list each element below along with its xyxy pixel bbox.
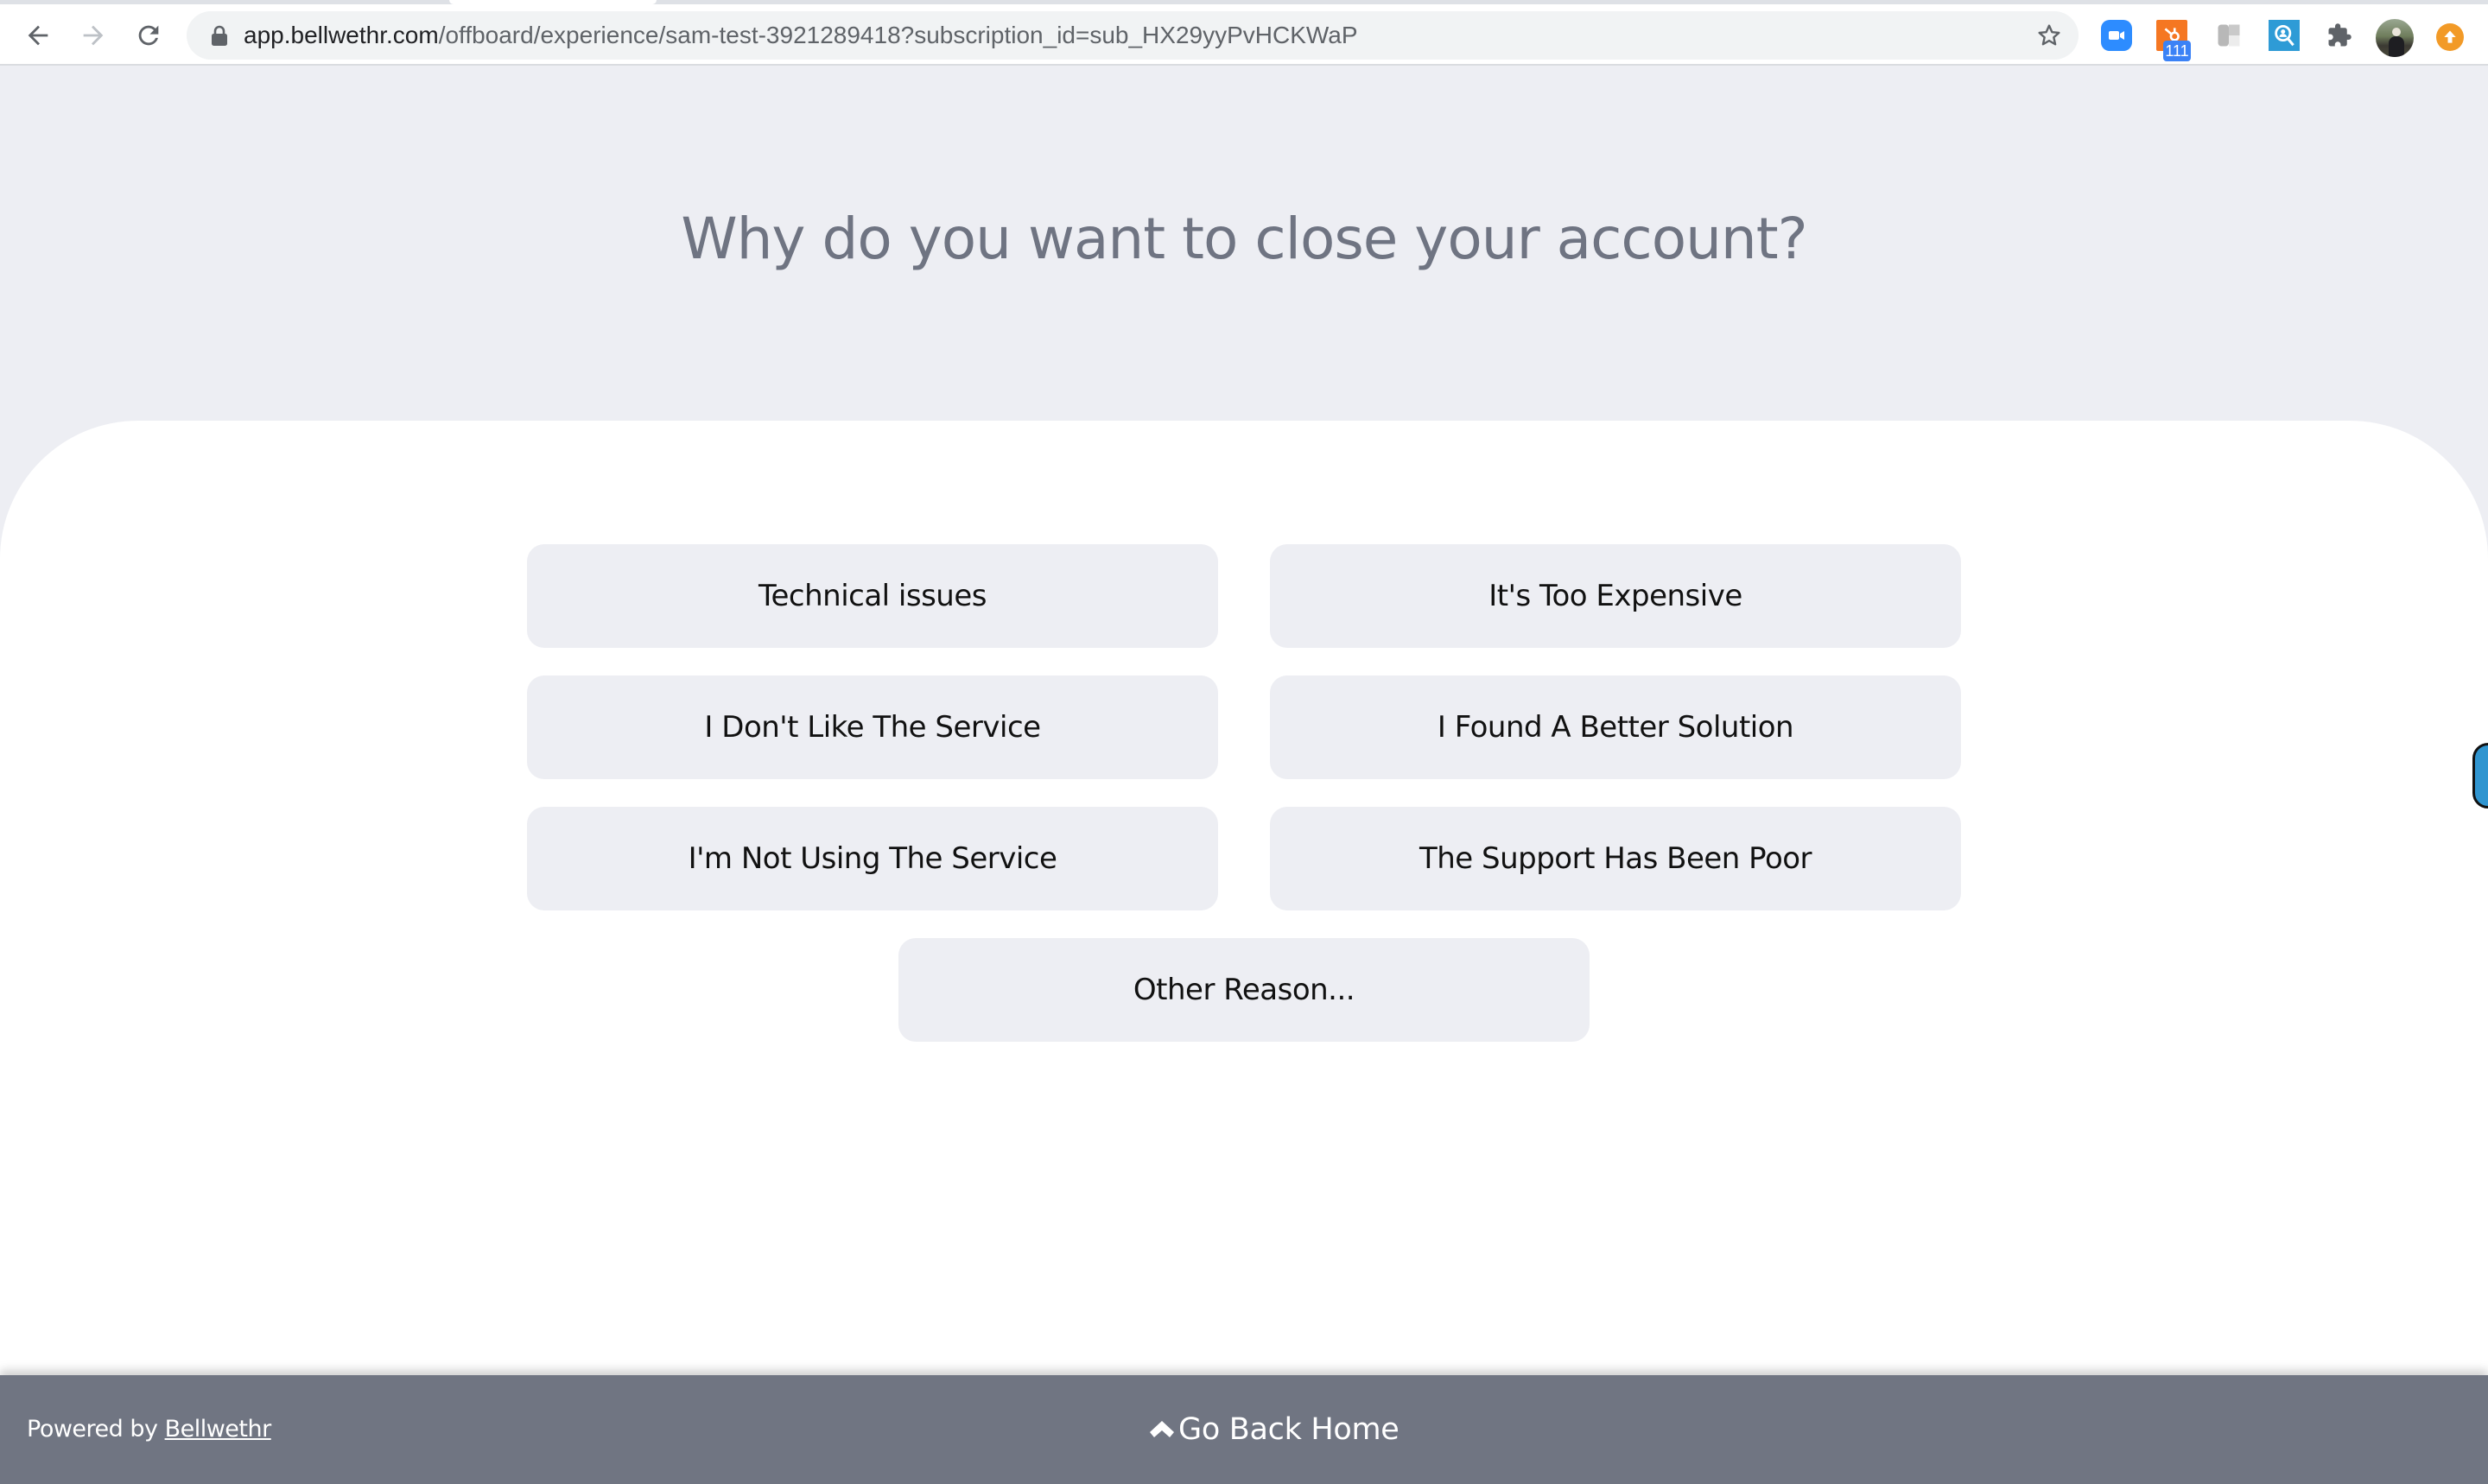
reason-button-other[interactable]: Other Reason... [898, 938, 1590, 1042]
reason-button-technical-issues[interactable]: Technical issues [527, 544, 1218, 648]
puzzle-icon [2328, 23, 2352, 47]
go-back-home-button[interactable]: Go Back Home [1149, 1375, 1400, 1484]
avatar-body [2389, 36, 2404, 57]
update-button[interactable] [2436, 23, 2464, 51]
browser-toolbar: app.bellwethr.com/offboard/experience/sa… [0, 4, 2488, 66]
powered-by: Powered by Bellwethr [27, 1375, 271, 1484]
notification-badge: 111 [2163, 41, 2191, 61]
reason-button-not-using-service[interactable]: I'm Not Using The Service [527, 807, 1218, 910]
hubspot-extension-icon[interactable]: 111 [2156, 20, 2191, 61]
star-icon[interactable] [2035, 22, 2063, 49]
back-button[interactable] [19, 16, 57, 54]
chevron-up-icon [1150, 1421, 1174, 1437]
reason-button-dont-like-service[interactable]: I Don't Like The Service [527, 675, 1218, 779]
reason-button-too-expensive[interactable]: It's Too Expensive [1270, 544, 1961, 648]
avatar-head [2392, 28, 2401, 36]
url-host: app.bellwethr.com [244, 22, 439, 48]
side-widget-tab[interactable] [2472, 743, 2488, 809]
offboard-page: Why do you want to close your account? T… [0, 67, 2488, 1484]
url-path: /offboard/experience/sam-test-3921289418… [438, 22, 1358, 48]
update-arrow-icon [2444, 30, 2456, 43]
reload-button[interactable] [130, 16, 168, 54]
address-bar[interactable]: app.bellwethr.com/offboard/experience/sa… [187, 11, 2079, 60]
bellwethr-link[interactable]: Bellwethr [165, 1416, 272, 1443]
powered-by-label: Powered by [27, 1416, 165, 1443]
reason-button-poor-support[interactable]: The Support Has Been Poor [1270, 807, 1961, 910]
avatar[interactable] [2376, 19, 2414, 57]
gray-extension-icon[interactable] [2213, 20, 2244, 51]
go-back-home-label: Go Back Home [1178, 1412, 1400, 1447]
page-title: Why do you want to close your account? [681, 206, 1807, 272]
magnifier-person-icon [2275, 25, 2294, 47]
footer: Powered by Bellwethr Go Back Home [0, 1375, 2488, 1484]
arrow-left-icon [28, 25, 48, 46]
gray-squares-icon [2218, 24, 2240, 47]
url-text: app.bellwethr.com/offboard/experience/sa… [244, 11, 1358, 60]
search-user-extension-icon[interactable] [2269, 20, 2300, 51]
reasons-card: Technical issues It's Too Expensive I Do… [0, 421, 2488, 1457]
arrow-right-icon [83, 25, 104, 46]
reason-button-better-solution[interactable]: I Found A Better Solution [1270, 675, 1961, 779]
lock-icon [212, 25, 227, 46]
extensions-puzzle-icon[interactable] [2324, 20, 2355, 51]
video-camera-icon [2109, 31, 2124, 40]
zoom-extension-icon[interactable] [2101, 20, 2132, 51]
forward-button[interactable] [74, 16, 112, 54]
reload-icon [138, 25, 159, 46]
